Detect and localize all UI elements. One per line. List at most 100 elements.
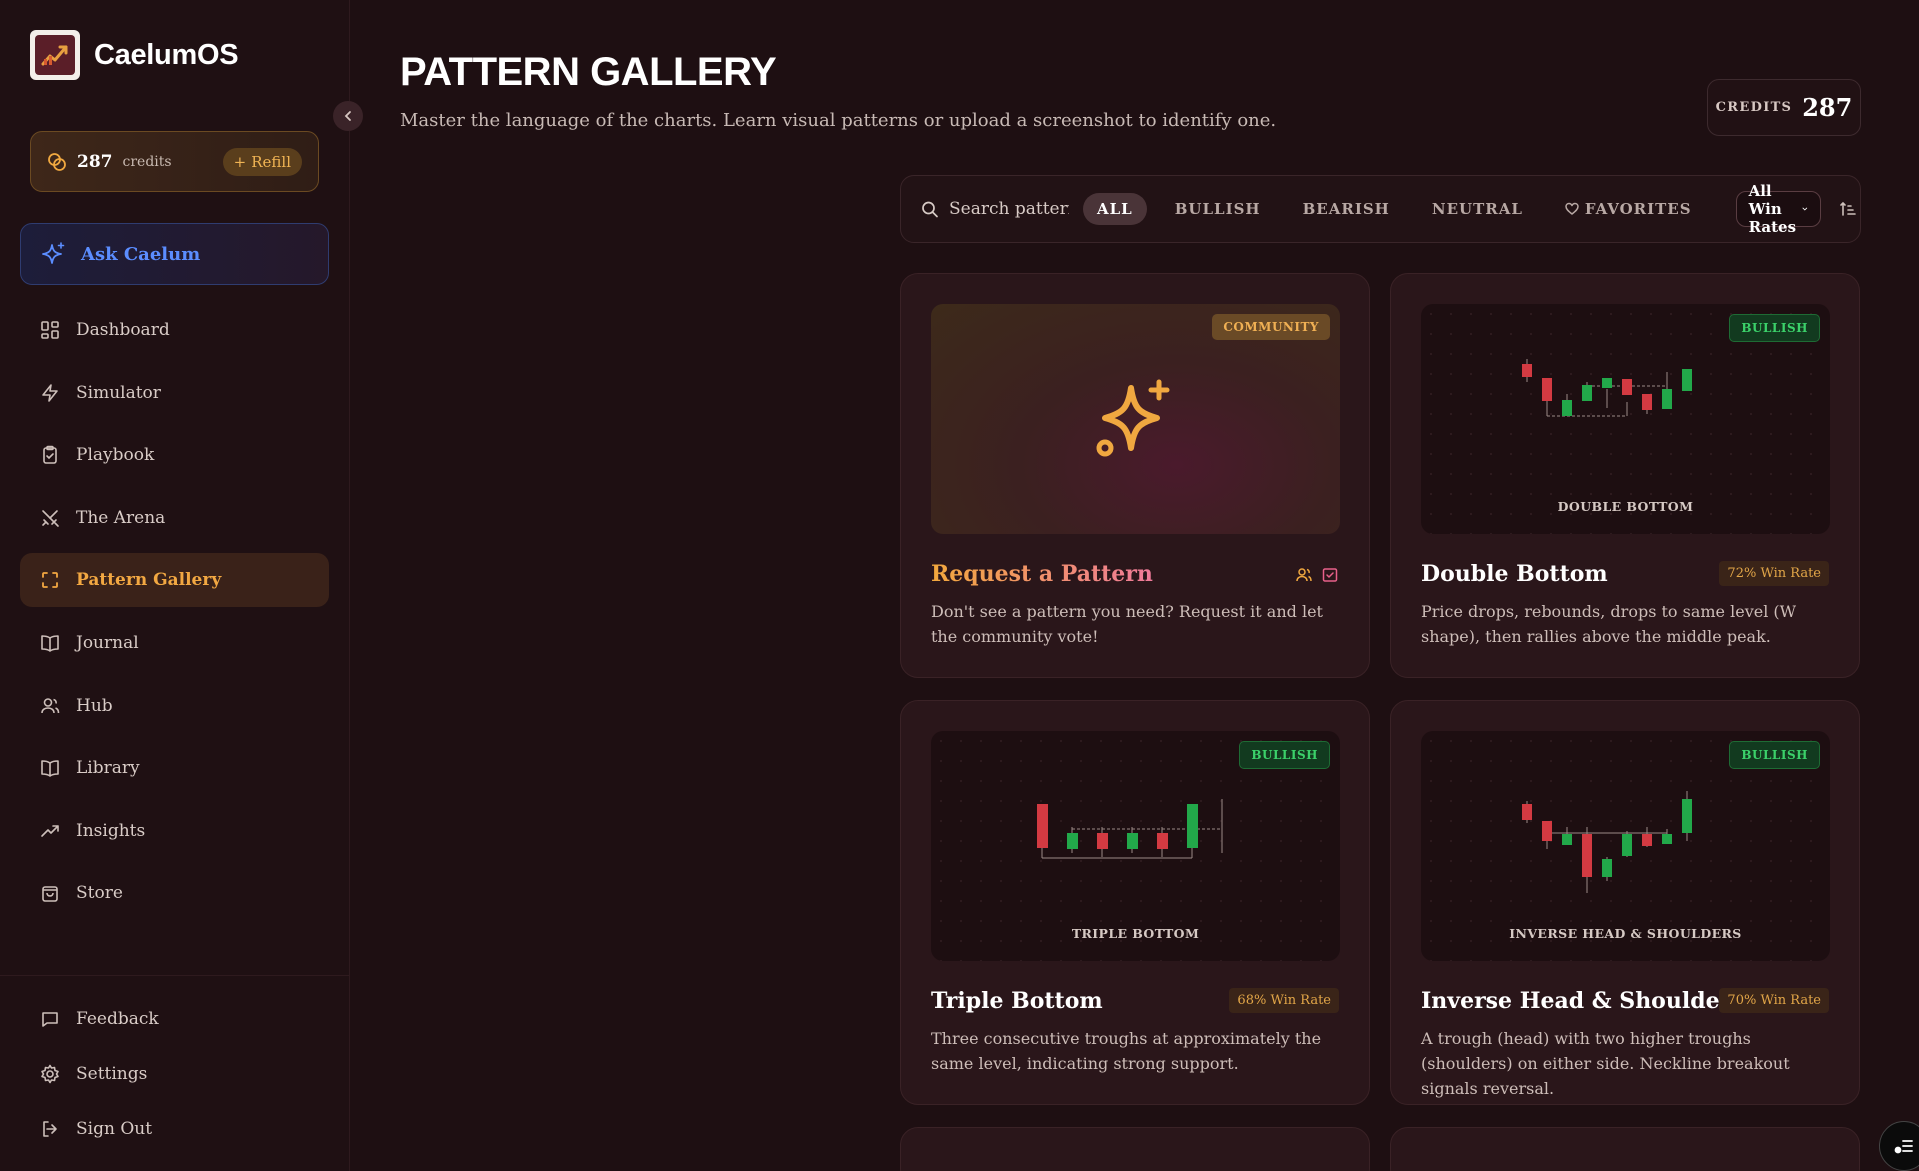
card-description: A trough (head) with two higher troughs …: [1421, 1029, 1790, 1098]
brand-logo-icon: [30, 30, 80, 80]
triple-bottom-chart-icon: [1037, 799, 1223, 859]
double-bottom-chart-icon: [1522, 359, 1692, 417]
filter-chip-label: FAVORITES: [1584, 200, 1692, 218]
message-icon: [42, 1011, 58, 1027]
sidebar-item-playbook[interactable]: Playbook: [20, 428, 329, 482]
sidebar-item-store[interactable]: Store: [20, 866, 329, 920]
vote-box-icon[interactable]: [1321, 566, 1339, 584]
chevron-left-icon: [344, 111, 351, 121]
filter-chip-label: BEARISH: [1302, 200, 1390, 218]
refill-button[interactable]: + Refill: [222, 147, 302, 176]
gear-icon: [41, 1064, 59, 1083]
sparkles-icon: [1096, 379, 1170, 457]
card-title: Request a Pattern: [931, 561, 1153, 587]
sidebar-item-label: Feedback: [76, 1008, 159, 1029]
pattern-card-request[interactable]: COMMUNITY Request a Pattern Don't see a …: [900, 273, 1370, 678]
card-thumbnail: BULLISH: [931, 731, 1340, 961]
search-icon: [922, 201, 938, 218]
swords-icon: [42, 509, 59, 527]
credits-label: credits: [122, 153, 172, 170]
card-title: Inverse Head & Shoulders: [1421, 988, 1744, 1014]
page-title: PATTERN GALLERY: [400, 50, 777, 94]
sparkles-icon: [42, 242, 65, 264]
card-description: Three consecutive troughs at approximate…: [931, 1029, 1322, 1073]
card-thumbnail: BULLISH: [1421, 304, 1830, 534]
win-rate-badge: 72% Win Rate: [1719, 561, 1829, 586]
sidebar-item-dashboard[interactable]: Dashboard: [20, 303, 329, 357]
sidebar-divider: [0, 975, 350, 976]
plus-icon: +: [233, 152, 247, 171]
sidebar-item-label: Insights: [76, 820, 146, 841]
sidebar-item-label: Journal: [76, 632, 139, 653]
sidebar-item-label: Hub: [76, 695, 113, 716]
header-credits-chip[interactable]: CREDITS 287: [1707, 79, 1861, 136]
filter-chip-neutral[interactable]: NEUTRAL: [1418, 193, 1537, 225]
sort-button[interactable]: [1839, 200, 1857, 218]
users-icon: [41, 697, 60, 713]
pattern-card-triple-bottom[interactable]: BULLISH TRIPLE BOTTOM Triple Bottom 68% …: [900, 700, 1370, 1105]
collapse-sidebar-button[interactable]: [333, 101, 363, 131]
heart-icon: [1565, 202, 1579, 215]
win-rate-badge: 70% Win Rate: [1719, 988, 1829, 1013]
sidebar-item-feedback[interactable]: Feedback: [20, 991, 329, 1046]
sidebar-item-journal[interactable]: Journal: [20, 616, 329, 670]
card-thumbnail: COMMUNITY: [931, 304, 1340, 534]
sidebar-item-label: Sign Out: [76, 1118, 153, 1139]
menu-list-icon: [1894, 1140, 1913, 1154]
filter-chip-label: BULLISH: [1174, 200, 1261, 218]
clipboard-icon: [43, 445, 57, 464]
sidebar-item-settings[interactable]: Settings: [20, 1046, 329, 1101]
filter-bar: ALL BULLISH BEARISH NEUTRAL FAVORITES Al…: [900, 175, 1861, 243]
sidebar-item-insights[interactable]: Insights: [20, 804, 329, 858]
pattern-card-double-bottom[interactable]: BULLISH DOUBLE BOTTOM Double Bottom 72% …: [1390, 273, 1860, 678]
pattern-card-inverse-head-shoulders[interactable]: BULLISH INVERSE HEAD & SHOULDERS Inverse…: [1390, 700, 1860, 1105]
thumbnail-caption: INVERSE HEAD & SHOULDERS: [1509, 926, 1742, 941]
sidebar: CaelumOS 287 credits + Refill Ask Caelum…: [0, 0, 363, 1171]
ask-caelum-button[interactable]: Ask Caelum: [20, 223, 329, 285]
sidebar-item-pattern-gallery[interactable]: Pattern Gallery: [20, 553, 329, 608]
brand[interactable]: CaelumOS: [30, 30, 239, 80]
sidebar-item-label: Pattern Gallery: [76, 570, 222, 591]
filter-chip-favorites[interactable]: FAVORITES: [1551, 193, 1706, 225]
sidebar-item-label: Library: [76, 758, 140, 779]
sidebar-item-label: Playbook: [76, 445, 155, 466]
filter-chip-bullish[interactable]: BULLISH: [1161, 193, 1275, 225]
credits-chip-value: 287: [1802, 93, 1853, 122]
filter-chip-bearish[interactable]: BEARISH: [1289, 193, 1404, 225]
filter-chip-all[interactable]: ALL: [1083, 193, 1147, 225]
chevron-down-icon: [1802, 207, 1808, 211]
coins-icon: [48, 152, 66, 171]
pattern-card-partial[interactable]: [1390, 1127, 1860, 1171]
sidebar-item-label: Dashboard: [76, 320, 170, 340]
ask-caelum-label: Ask Caelum: [81, 243, 201, 265]
card-actions: [1295, 566, 1339, 584]
win-rate-select[interactable]: All Win Rates: [1735, 182, 1822, 236]
users-icon[interactable]: [1295, 566, 1313, 584]
card-description: Price drops, rebounds, drops to same lev…: [1421, 602, 1797, 646]
sidebar-item-label: Store: [76, 883, 123, 904]
search-box[interactable]: [921, 199, 1069, 219]
main-content: PATTERN GALLERY Master the language of t…: [350, 0, 1919, 1171]
pattern-card-partial[interactable]: [900, 1127, 1370, 1171]
win-rate-badge: 68% Win Rate: [1229, 988, 1339, 1013]
sidebar-item-label: The Arena: [76, 507, 166, 528]
page-subtitle: Master the language of the charts. Learn…: [400, 110, 1277, 131]
filter-chip-label: NEUTRAL: [1431, 200, 1523, 218]
search-input[interactable]: [949, 199, 1069, 219]
shopping-bag-icon: [42, 886, 58, 903]
sidebar-nav: Dashboard Simulator Playbook The Arena P…: [20, 303, 329, 929]
sidebar-bottom-nav: Feedback Settings Sign Out: [20, 991, 329, 1156]
sidebar-item-library[interactable]: Library: [20, 741, 329, 795]
scan-icon: [42, 572, 58, 589]
lightning-icon: [42, 383, 58, 402]
credits-amount: 287: [77, 151, 113, 172]
sidebar-item-the-arena[interactable]: The Arena: [20, 491, 329, 545]
sidebar-item-sign-out[interactable]: Sign Out: [20, 1101, 329, 1156]
sidebar-item-hub[interactable]: Hub: [20, 679, 329, 733]
refill-label: Refill: [251, 152, 291, 171]
sidebar-credits-card: 287 credits + Refill: [30, 131, 319, 192]
sidebar-item-label: Simulator: [76, 382, 161, 403]
sidebar-item-simulator[interactable]: Simulator: [20, 366, 329, 420]
card-title: Double Bottom: [1421, 561, 1608, 587]
logout-icon: [43, 1120, 57, 1137]
